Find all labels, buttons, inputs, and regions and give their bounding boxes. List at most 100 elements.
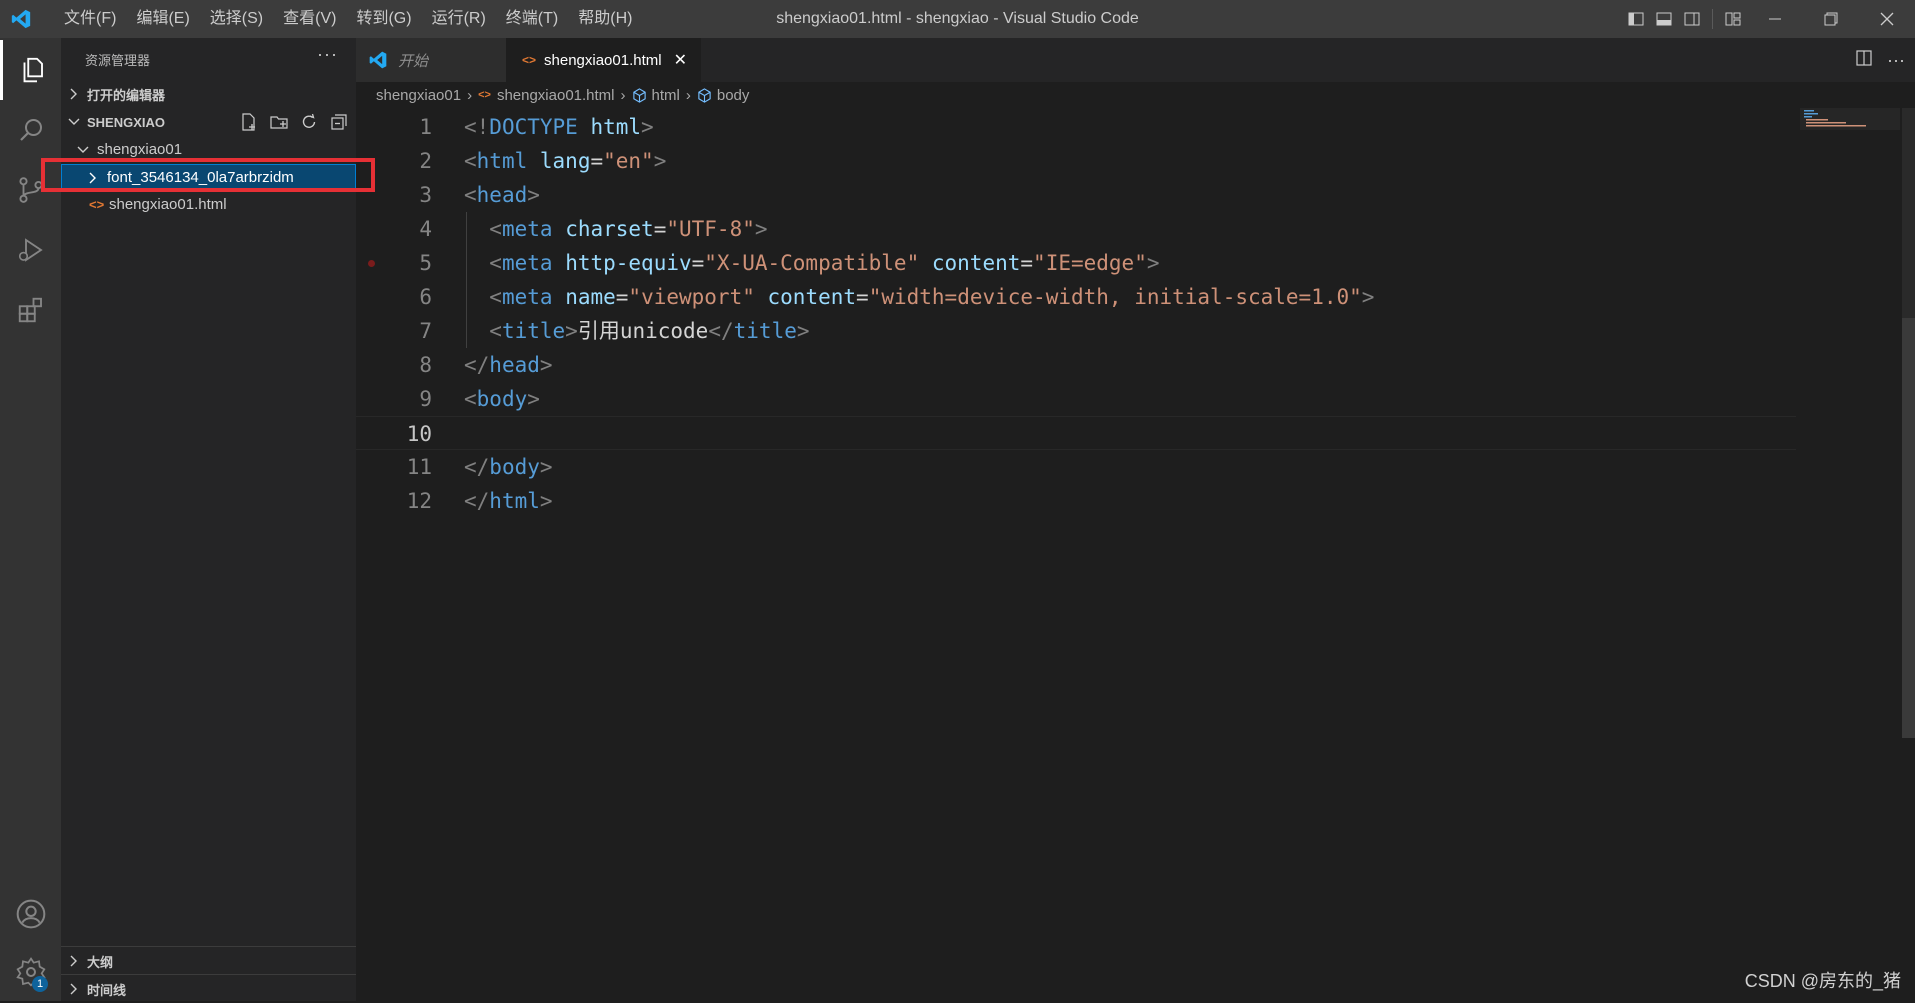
code-line[interactable]: 11 </body> (356, 450, 1796, 484)
code-token: </ (464, 353, 490, 377)
chevron-right-icon: › (467, 86, 473, 104)
title-bar: 文件(F) 编辑(E) 选择(S) 查看(V) 转到(G) 运行(R) 终端(T) 帮助(H)… (0, 0, 1915, 38)
code-line[interactable]: 8 </head> (356, 348, 1796, 382)
menu-item[interactable]: 转到(G) (346, 0, 421, 38)
outline-section[interactable]: 大纲 (61, 946, 356, 975)
new-file-icon[interactable] (238, 111, 260, 133)
code-token: meta (501, 285, 553, 309)
run-debug-activity-button[interactable] (0, 220, 61, 280)
code-token: meta (501, 217, 553, 241)
toggle-primary-sidebar-icon[interactable] (1622, 0, 1650, 38)
code-text: <head> (464, 178, 540, 212)
toggle-panel-icon[interactable] (1650, 0, 1678, 38)
code-text: </body> (464, 450, 553, 484)
more-actions-icon[interactable]: ··· (317, 44, 338, 65)
account-icon (16, 899, 45, 929)
more-actions-icon[interactable]: ··· (1887, 50, 1905, 71)
source-control-activity-button[interactable] (0, 160, 61, 220)
code-text: <body> (464, 382, 540, 416)
settings-badge: 1 (32, 976, 48, 992)
refresh-icon[interactable] (298, 111, 320, 133)
search-activity-button[interactable] (0, 100, 61, 160)
chevron-right-icon: › (685, 86, 691, 104)
breadcrumb: shengxiao01 › <> shengxiao01.html › html… (356, 82, 1915, 108)
code-text: <title>引用unicode</title> (464, 314, 809, 348)
indent-guide (466, 212, 467, 348)
tab-welcome[interactable]: 开始 (356, 38, 506, 82)
split-editor-icon[interactable] (1855, 49, 1873, 72)
extensions-icon (18, 297, 42, 323)
minimize-icon[interactable] (1747, 0, 1803, 38)
menu-item[interactable]: 选择(S) (200, 0, 273, 38)
minimap[interactable] (1800, 108, 1900, 138)
tree-folder-shengxiao01[interactable]: shengxiao01 (61, 136, 356, 163)
line-number: 3 (419, 183, 432, 207)
menu-item[interactable]: 终端(T) (496, 0, 568, 38)
explorer-actions (238, 111, 350, 133)
code-line[interactable]: 1 <!DOCTYPE html> (356, 110, 1796, 144)
code-text: <html lang="en"> (464, 144, 666, 178)
tab-shengxiao01-html[interactable]: <> shengxiao01.html ✕ (506, 38, 701, 82)
code-token: = (1020, 251, 1034, 275)
tree-item-label: font_3546134_0la7arbrzidm (107, 169, 294, 186)
menu-item[interactable]: 编辑(E) (126, 0, 199, 38)
workspace-section[interactable]: SHENGXIAO (61, 109, 356, 135)
close-tab-icon[interactable]: ✕ (674, 50, 687, 70)
breakpoint-hint-icon[interactable] (368, 260, 375, 267)
chevron-right-icon (61, 955, 87, 967)
menu-item[interactable]: 文件(F) (54, 0, 126, 38)
code-line[interactable]: 9 <body> (356, 382, 1796, 416)
code-line[interactable]: 2 <html lang="en"> (356, 144, 1796, 178)
breadcrumb-label: shengxiao01.html (496, 86, 615, 104)
code-line[interactable]: 6 <meta name="viewport" content="width=d… (356, 280, 1796, 314)
menu-item[interactable]: 查看(V) (273, 0, 346, 38)
code-token: name (565, 285, 616, 309)
breadcrumb-html[interactable]: html (632, 87, 680, 104)
close-window-icon[interactable] (1859, 0, 1915, 38)
code-line[interactable]: 10 (356, 416, 1796, 450)
chevron-right-icon (61, 983, 87, 995)
code-text: <meta charset="UTF-8"> (464, 212, 767, 246)
line-number: 2 (419, 149, 432, 173)
extensions-activity-button[interactable] (0, 280, 61, 340)
explorer-activity-button[interactable] (0, 40, 61, 100)
code-line[interactable]: 12 </html> (356, 484, 1796, 518)
timeline-section[interactable]: 时间线 (61, 974, 356, 1003)
code-token: > (527, 387, 540, 411)
code-line[interactable]: 7 <title>引用unicode</title> (356, 314, 1796, 348)
code-token: lang (539, 149, 591, 173)
customize-layout-icon[interactable] (1719, 0, 1747, 38)
menu-item[interactable]: 帮助(H) (568, 0, 642, 38)
breadcrumb-file[interactable]: <> shengxiao01.html (478, 87, 614, 104)
menu-item[interactable]: 运行(R) (422, 0, 496, 38)
manage-activity-button[interactable]: 1 (0, 942, 61, 1002)
open-editors-section[interactable]: 打开的编辑器 (61, 81, 356, 107)
toggle-secondary-sidebar-icon[interactable] (1678, 0, 1706, 38)
breadcrumb-folder[interactable]: shengxiao01 (376, 87, 461, 104)
scrollbar-thumb[interactable] (1902, 318, 1915, 738)
chevron-right-icon (61, 88, 87, 100)
new-folder-icon[interactable] (268, 111, 290, 133)
code-token: </ (708, 319, 734, 343)
code-token: 引用unicode (577, 319, 709, 343)
source-control-icon (18, 177, 43, 203)
code-token: < (489, 251, 502, 275)
code-token: "IE=edge" (1033, 251, 1147, 275)
tree-folder-font[interactable]: font_3546134_0la7arbrzidm (61, 164, 356, 191)
code-line[interactable]: 3 <head> (356, 178, 1796, 212)
line-number: 8 (419, 353, 432, 377)
collapse-all-icon[interactable] (328, 111, 350, 133)
restore-icon[interactable] (1803, 0, 1859, 38)
code-text: <meta http-equiv="X-UA-Compatible" conte… (464, 246, 1159, 280)
code-token: "UTF-8" (666, 217, 755, 241)
breadcrumb-body[interactable]: body (697, 87, 749, 104)
code-token: meta (501, 251, 553, 275)
explorer-header: 资源管理器 ··· (61, 38, 356, 79)
code-line[interactable]: 4 <meta charset="UTF-8"> (356, 212, 1796, 246)
code-editor[interactable]: 1 <!DOCTYPE html> 2 <html lang="en"> 3 <head>… (356, 108, 1796, 1001)
tree-file-shengxiao01-html[interactable]: <> shengxiao01.html (61, 191, 356, 218)
accounts-activity-button[interactable] (0, 884, 61, 944)
code-line[interactable]: 5 <meta http-equiv="X-UA-Compatible" con… (356, 246, 1796, 280)
